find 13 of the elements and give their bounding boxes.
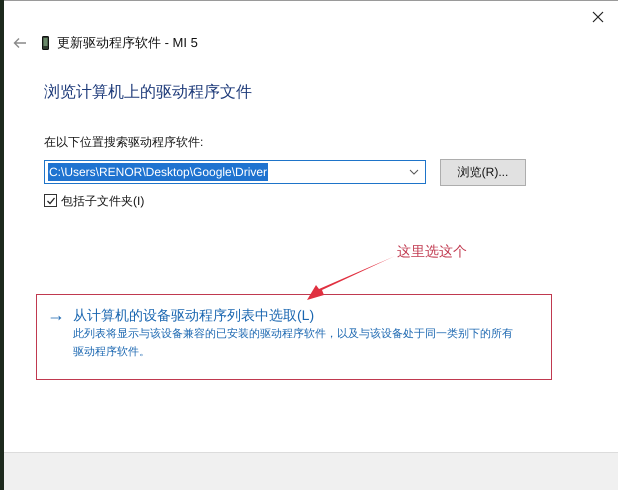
device-driver-list-option[interactable]: → 从计算机的设备驱动程序列表中选取(L) 此列表将显示与该设备兼容的已安装的驱动程序软件，以及与该设备处于同一类别下的所有驱动程序软件。 xyxy=(47,304,541,360)
checkbox-label: 包括子文件夹(I) xyxy=(61,192,144,210)
phone-icon xyxy=(42,36,49,50)
page-heading: 浏览计算机上的驱动程序文件 xyxy=(44,82,253,102)
annotation-text: 这里选这个 xyxy=(397,242,467,261)
back-arrow-icon xyxy=(13,36,27,49)
path-combobox[interactable]: C:\Users\RENOR\Desktop\Google\Driver xyxy=(44,160,426,184)
close-icon xyxy=(592,11,604,23)
include-subfolders-checkbox[interactable] xyxy=(44,194,57,207)
chevron-down-icon xyxy=(409,169,419,175)
search-location-label: 在以下位置搜索驱动程序软件: xyxy=(44,134,204,150)
window-title: 更新驱动程序软件 - MI 5 xyxy=(57,34,198,52)
browse-button[interactable]: 浏览(R)... xyxy=(440,158,526,186)
